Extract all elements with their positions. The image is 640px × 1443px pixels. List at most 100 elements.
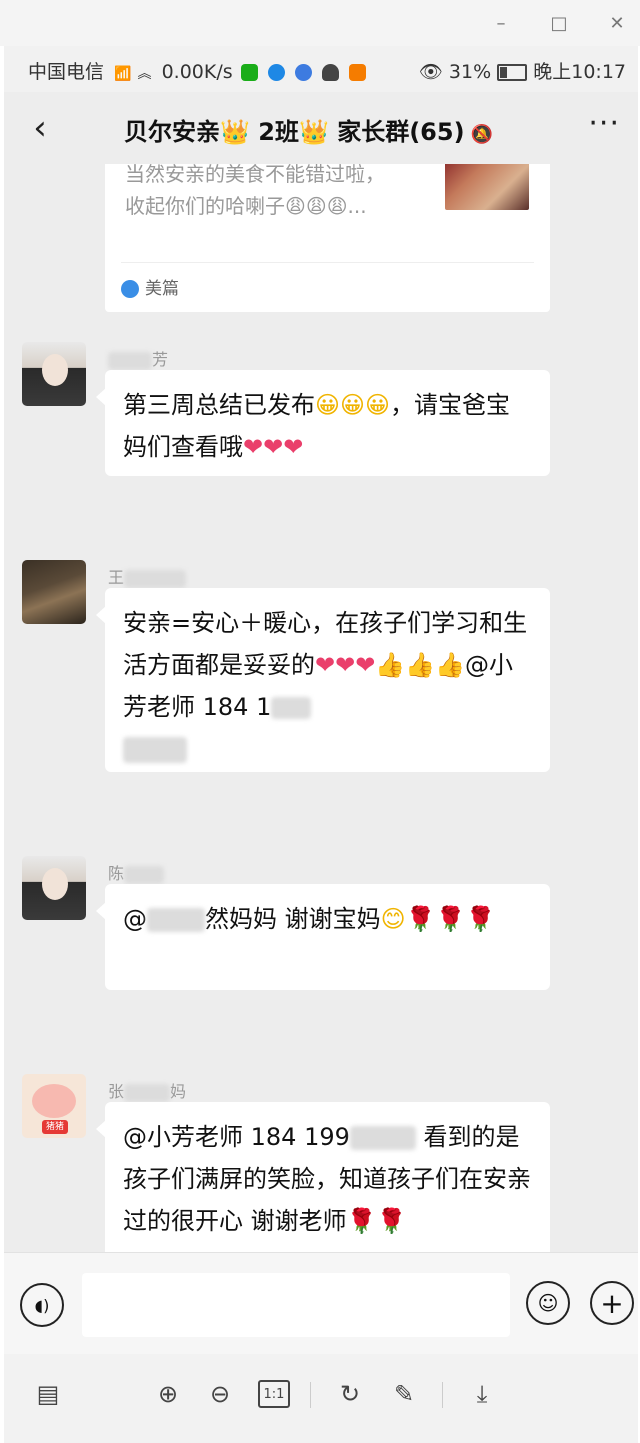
card-divider: [121, 262, 534, 263]
phone-screen: 中国电信 📶 ︽ 0.00K/s 👁 31% 晚上10:17 ‹ 贝尔安亲👑 2…: [4, 46, 638, 1443]
title-segment: 2班: [258, 118, 299, 146]
redacted-name: [124, 1083, 171, 1102]
shared-article-card[interactable]: 当然安亲的美食不能错过啦， 收起你们的哈喇子😩😩😩... 美篇: [105, 164, 550, 312]
message-bubble[interactable]: @ 然妈妈 谢谢宝妈😊🌹🌹🌹: [96, 884, 550, 990]
more-icon: ···: [588, 106, 620, 141]
message-text: @小芳老师 184 199: [123, 1123, 350, 1151]
voice-icon: ◖): [34, 1295, 50, 1315]
message-bubble[interactable]: 第三周总结已发布😀😀😀，请宝爸宝妈们查看哦❤❤❤: [96, 370, 550, 476]
eye-icon: 👁: [418, 61, 443, 83]
redacted-phone: [349, 1126, 416, 1150]
message-text: 第三周总结已发布: [123, 391, 315, 419]
maximize-icon: □: [550, 12, 568, 34]
viewer-toolbar: ▤ ⊕ ⊖ 1:1 ↻ ✎ ⤓: [4, 1354, 638, 1443]
mute-bell-icon: 🔕: [470, 124, 493, 145]
signal-icon: 📶: [114, 66, 132, 82]
rotate-button[interactable]: ↻: [330, 1374, 370, 1414]
redacted-name: [124, 569, 187, 588]
wifi-icon: ︽: [137, 66, 152, 82]
sender-visible-char: 王: [108, 568, 125, 587]
thumbnails-icon: ▤: [36, 1380, 60, 1408]
clock: 晚上10:17: [533, 61, 626, 83]
close-window-button[interactable]: ✕: [602, 8, 632, 38]
sender-visible-char: 张: [108, 1082, 125, 1101]
title-segment: 贝尔安亲: [124, 118, 220, 146]
download-button[interactable]: ⤓: [462, 1374, 502, 1414]
sender-visible-char: 陈: [108, 864, 125, 883]
crown-icon: 👑: [220, 118, 250, 146]
edit-button[interactable]: ✎: [384, 1374, 424, 1414]
actual-size-button[interactable]: 1:1: [254, 1374, 294, 1414]
battery-icon: [497, 64, 528, 81]
heart-emoji-icon: ❤❤❤: [315, 651, 376, 679]
pencil-icon: ✎: [393, 1380, 415, 1408]
message-list[interactable]: 当然安亲的美食不能错过啦， 收起你们的哈喇子😩😩😩... 美篇 芳 第三周总结已…: [4, 164, 638, 1252]
redacted-phone: [123, 737, 187, 763]
heart-emoji-icon: ❤❤❤: [243, 433, 304, 461]
card-thumbnail: [445, 164, 529, 210]
avatar-tag: 猪猪: [42, 1120, 68, 1134]
app-icon-browser: [267, 64, 285, 81]
message-bubble[interactable]: 安亲=安心＋暖心，在孩子们学习和生活方面都是妥妥的❤❤❤👍👍👍@小芳老师 184…: [96, 588, 550, 772]
status-bar: 中国电信 📶 ︽ 0.00K/s 👁 31% 晚上10:17: [4, 46, 638, 92]
grin-emoji-icon: 😀😀😀: [315, 391, 391, 419]
sender-name: 王: [108, 564, 187, 588]
message-text: @: [123, 905, 147, 933]
avatar[interactable]: 猪猪: [22, 1074, 86, 1138]
minimize-icon: –: [496, 12, 506, 34]
download-icon: ⤓: [476, 1380, 488, 1408]
sender-name: 芳: [108, 346, 168, 370]
status-left: 中国电信 📶 ︽ 0.00K/s: [28, 57, 368, 84]
rose-emoji-icon: 🌹🌹: [346, 1207, 407, 1235]
app-icon-qq: [321, 64, 339, 81]
close-icon: ✕: [609, 12, 625, 34]
avatar[interactable]: [22, 856, 86, 920]
plus-icon: +: [600, 1286, 624, 1320]
title-segment: 家长群(65): [337, 118, 465, 146]
redacted-name: [108, 351, 152, 370]
message-text: 然妈妈 谢谢宝妈: [205, 905, 381, 933]
network-speed: 0.00K/s: [161, 61, 233, 83]
thumbs-up-emoji-icon: 👍👍👍: [375, 651, 465, 679]
chat-title: 贝尔安亲👑 2班👑 家长群(65) 🔕: [124, 112, 493, 147]
zoom-in-icon: ⊕: [157, 1380, 179, 1408]
carrier-label: 中国电信: [28, 61, 105, 83]
more-actions-button[interactable]: +: [590, 1281, 634, 1325]
actual-size-icon: 1:1: [258, 1380, 290, 1408]
more-options-button[interactable]: ···: [588, 106, 620, 141]
emoji-button[interactable]: ☺: [526, 1281, 570, 1325]
sender-name: 张妈: [108, 1078, 186, 1102]
avatar[interactable]: [22, 560, 86, 624]
redacted-phone: [271, 697, 312, 719]
back-button[interactable]: ‹: [22, 108, 58, 148]
redacted-name: [147, 908, 205, 932]
app-icon-globe: [294, 64, 312, 81]
message-input[interactable]: [82, 1273, 510, 1337]
window-titlebar: – □ ✕: [0, 0, 640, 46]
voice-input-button[interactable]: ◖): [20, 1283, 64, 1327]
toolbar-divider: [442, 1382, 443, 1408]
card-line: 当然安亲的美食不能错过啦，: [125, 164, 385, 186]
redacted-name: [124, 865, 165, 884]
status-right: 👁 31% 晚上10:17: [419, 57, 626, 84]
battery-percent: 31%: [448, 61, 492, 83]
card-summary: 当然安亲的美食不能错过啦， 收起你们的哈喇子😩😩😩...: [125, 164, 425, 222]
maximize-button[interactable]: □: [544, 8, 574, 38]
zoom-out-icon: ⊖: [209, 1380, 231, 1408]
message-input-bar: ◖) ☺ +: [4, 1252, 638, 1355]
rotate-icon: ↻: [339, 1380, 361, 1408]
crown-icon: 👑: [298, 118, 329, 146]
sender-visible-char: 妈: [170, 1082, 187, 1101]
thumbnail-view-button[interactable]: ▤: [28, 1374, 68, 1414]
card-source-label: 美篇: [145, 279, 179, 299]
sender-name: 陈: [108, 860, 165, 884]
message-bubble[interactable]: @小芳老师 184 199 看到的是孩子们满屏的笑脸，知道孩子们在安亲过的很开心…: [96, 1102, 550, 1252]
minimize-button[interactable]: –: [486, 8, 516, 38]
zoom-out-button[interactable]: ⊖: [200, 1374, 240, 1414]
sender-visible-char: 芳: [152, 350, 169, 369]
meipian-logo-icon: [121, 280, 139, 298]
smiley-icon: ☺: [537, 1291, 559, 1315]
zoom-in-button[interactable]: ⊕: [148, 1374, 188, 1414]
avatar[interactable]: [22, 342, 86, 406]
card-source: 美篇: [121, 274, 179, 299]
